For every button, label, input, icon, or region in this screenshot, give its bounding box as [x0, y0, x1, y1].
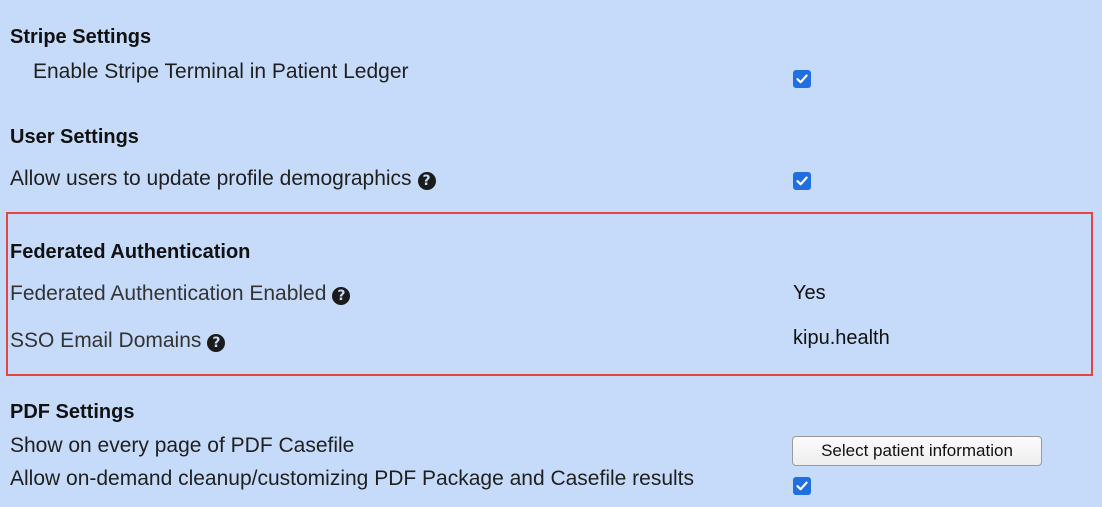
pdf-cleanup-label: Allow on-demand cleanup/customizing PDF …: [10, 467, 695, 490]
federated-enabled-row-label: Federated Authentication Enabled?: [10, 281, 351, 307]
select-patient-information-button[interactable]: Select patient information: [792, 436, 1042, 466]
sso-domains-label: SSO Email Domains: [10, 329, 202, 352]
question-circle-icon[interactable]: ?: [207, 334, 226, 352]
pdf-settings-heading: PDF Settings: [10, 401, 135, 423]
checkmark-icon: [796, 481, 808, 491]
sso-domains-row-label: SSO Email Domains?: [10, 328, 226, 354]
checkmark-icon: [796, 74, 808, 84]
question-circle-icon[interactable]: ?: [332, 287, 351, 305]
sso-domains-value: kipu.health: [793, 327, 890, 349]
federated-auth-heading: Federated Authentication: [10, 241, 251, 263]
federated-enabled-label: Federated Authentication Enabled: [10, 282, 327, 305]
pdf-cleanup-checkbox[interactable]: [793, 477, 811, 495]
stripe-settings-heading: Stripe Settings: [10, 26, 152, 48]
checkmark-icon: [796, 176, 808, 186]
stripe-terminal-label: Enable Stripe Terminal in Patient Ledger: [33, 60, 409, 83]
question-circle-icon[interactable]: ?: [417, 172, 436, 190]
pdf-every-page-label: Show on every page of PDF Casefile: [10, 434, 355, 457]
demographics-label: Allow users to update profile demographi…: [10, 167, 412, 190]
federated-enabled-value: Yes: [793, 282, 826, 304]
user-settings-heading: User Settings: [10, 126, 139, 148]
demographics-row-label: Allow users to update profile demographi…: [10, 166, 436, 192]
demographics-checkbox[interactable]: [793, 172, 811, 190]
stripe-terminal-checkbox[interactable]: [793, 70, 811, 88]
